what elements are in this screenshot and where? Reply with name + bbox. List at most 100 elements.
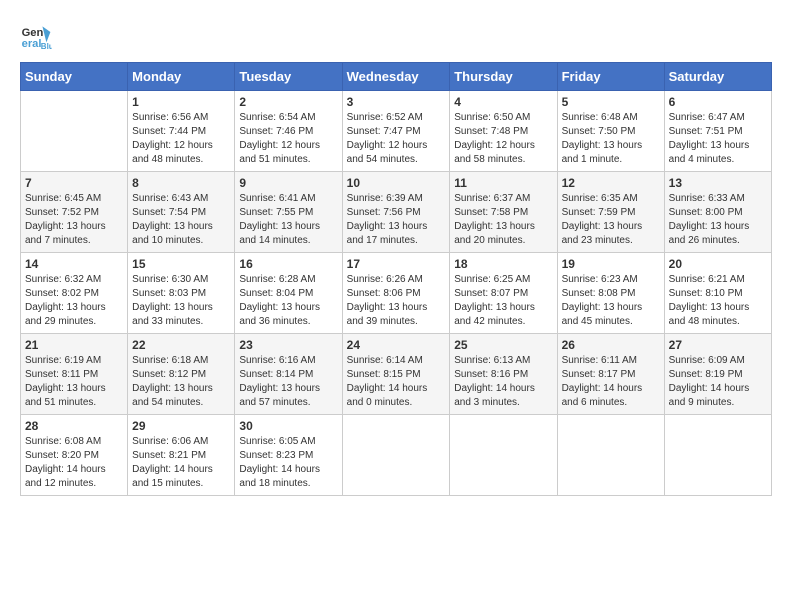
day-number: 22 [132, 338, 230, 352]
day-info: Sunrise: 6:50 AM Sunset: 7:48 PM Dayligh… [454, 111, 552, 167]
day-header-monday: Monday [128, 63, 235, 91]
day-number: 16 [239, 257, 337, 271]
calendar-cell [342, 415, 450, 496]
calendar-cell: 21 Sunrise: 6:19 AM Sunset: 8:11 PM Dayli… [21, 334, 128, 415]
day-info: Sunrise: 6:45 AM Sunset: 7:52 PM Dayligh… [25, 192, 123, 248]
calendar-cell: 28 Sunrise: 6:08 AM Sunset: 8:20 PM Dayli… [21, 415, 128, 496]
day-header-saturday: Saturday [664, 63, 771, 91]
day-number: 13 [669, 176, 767, 190]
day-info: Sunrise: 6:05 AM Sunset: 8:23 PM Dayligh… [239, 435, 337, 491]
day-info: Sunrise: 6:09 AM Sunset: 8:19 PM Dayligh… [669, 354, 767, 410]
calendar-table: SundayMondayTuesdayWednesdayThursdayFrid… [20, 62, 772, 496]
day-number: 30 [239, 419, 337, 433]
day-number: 27 [669, 338, 767, 352]
calendar-cell [557, 415, 664, 496]
day-number: 14 [25, 257, 123, 271]
day-header-wednesday: Wednesday [342, 63, 450, 91]
day-info: Sunrise: 6:43 AM Sunset: 7:54 PM Dayligh… [132, 192, 230, 248]
calendar-cell: 26Sunrise: 6:11 AM Sunset: 8:17 PM Dayli… [557, 334, 664, 415]
calendar-cell: 18 Sunrise: 6:25 AM Sunset: 8:07 PM Dayli… [450, 253, 557, 334]
day-number: 7 [25, 176, 123, 190]
day-info: Sunrise: 6:14 AM Sunset: 8:15 PM Dayligh… [347, 354, 446, 410]
week-row-3: 14 Sunrise: 6:32 AM Sunset: 8:02 PM Dayli… [21, 253, 772, 334]
day-info: Sunrise: 6:33 AM Sunset: 8:00 PM Dayligh… [669, 192, 767, 248]
calendar-cell: 10Sunrise: 6:39 AM Sunset: 7:56 PM Dayli… [342, 172, 450, 253]
day-number: 11 [454, 176, 552, 190]
calendar-cell: 16Sunrise: 6:28 AM Sunset: 8:04 PM Dayli… [235, 253, 342, 334]
calendar-cell: 24 Sunrise: 6:14 AM Sunset: 8:15 PM Dayli… [342, 334, 450, 415]
svg-text:Blue: Blue [41, 42, 52, 51]
day-number: 8 [132, 176, 230, 190]
day-info: Sunrise: 6:41 AM Sunset: 7:55 PM Dayligh… [239, 192, 337, 248]
calendar-cell: 4 Sunrise: 6:50 AM Sunset: 7:48 PM Daylig… [450, 91, 557, 172]
calendar-cell: 1 Sunrise: 6:56 AM Sunset: 7:44 PM Daylig… [128, 91, 235, 172]
day-number: 25 [454, 338, 552, 352]
calendar-cell [21, 91, 128, 172]
calendar-cell: 23Sunrise: 6:16 AM Sunset: 8:14 PM Dayli… [235, 334, 342, 415]
calendar-cell: 15 Sunrise: 6:30 AM Sunset: 8:03 PM Dayli… [128, 253, 235, 334]
day-number: 15 [132, 257, 230, 271]
day-info: Sunrise: 6:25 AM Sunset: 8:07 PM Dayligh… [454, 273, 552, 329]
calendar-header-row: SundayMondayTuesdayWednesdayThursdayFrid… [21, 63, 772, 91]
day-info: Sunrise: 6:21 AM Sunset: 8:10 PM Dayligh… [669, 273, 767, 329]
day-number: 21 [25, 338, 123, 352]
calendar-cell: 3 Sunrise: 6:52 AM Sunset: 7:47 PM Daylig… [342, 91, 450, 172]
day-info: Sunrise: 6:47 AM Sunset: 7:51 PM Dayligh… [669, 111, 767, 167]
day-info: Sunrise: 6:32 AM Sunset: 8:02 PM Dayligh… [25, 273, 123, 329]
calendar-cell [450, 415, 557, 496]
day-info: Sunrise: 6:30 AM Sunset: 8:03 PM Dayligh… [132, 273, 230, 329]
day-info: Sunrise: 6:23 AM Sunset: 8:08 PM Dayligh… [562, 273, 660, 329]
calendar-cell: 5 Sunrise: 6:48 AM Sunset: 7:50 PM Daylig… [557, 91, 664, 172]
day-info: Sunrise: 6:26 AM Sunset: 8:06 PM Dayligh… [347, 273, 446, 329]
calendar-cell: 19 Sunrise: 6:23 AM Sunset: 8:08 PM Dayli… [557, 253, 664, 334]
day-number: 1 [132, 95, 230, 109]
day-number: 19 [562, 257, 660, 271]
calendar-cell: 14 Sunrise: 6:32 AM Sunset: 8:02 PM Dayli… [21, 253, 128, 334]
day-info: Sunrise: 6:52 AM Sunset: 7:47 PM Dayligh… [347, 111, 446, 167]
day-number: 3 [347, 95, 446, 109]
calendar-cell: 11Sunrise: 6:37 AM Sunset: 7:58 PM Dayli… [450, 172, 557, 253]
calendar-cell: 2 Sunrise: 6:54 AM Sunset: 7:46 PM Daylig… [235, 91, 342, 172]
calendar-cell: 8 Sunrise: 6:43 AM Sunset: 7:54 PM Daylig… [128, 172, 235, 253]
calendar-cell: 6Sunrise: 6:47 AM Sunset: 7:51 PM Daylig… [664, 91, 771, 172]
day-number: 2 [239, 95, 337, 109]
day-number: 12 [562, 176, 660, 190]
day-info: Sunrise: 6:18 AM Sunset: 8:12 PM Dayligh… [132, 354, 230, 410]
calendar-cell: 9 Sunrise: 6:41 AM Sunset: 7:55 PM Daylig… [235, 172, 342, 253]
day-number: 17 [347, 257, 446, 271]
calendar-cell: 17 Sunrise: 6:26 AM Sunset: 8:06 PM Dayli… [342, 253, 450, 334]
calendar-cell: 30 Sunrise: 6:05 AM Sunset: 8:23 PM Dayli… [235, 415, 342, 496]
day-info: Sunrise: 6:35 AM Sunset: 7:59 PM Dayligh… [562, 192, 660, 248]
day-number: 26 [562, 338, 660, 352]
day-number: 23 [239, 338, 337, 352]
calendar-cell: 29Sunrise: 6:06 AM Sunset: 8:21 PM Dayli… [128, 415, 235, 496]
day-info: Sunrise: 6:13 AM Sunset: 8:16 PM Dayligh… [454, 354, 552, 410]
day-info: Sunrise: 6:19 AM Sunset: 8:11 PM Dayligh… [25, 354, 123, 410]
logo: Gen eral Blue [20, 20, 56, 52]
svg-text:eral: eral [22, 38, 42, 50]
day-number: 9 [239, 176, 337, 190]
logo-icon: Gen eral Blue [20, 20, 52, 52]
day-number: 18 [454, 257, 552, 271]
calendar-cell: 12 Sunrise: 6:35 AM Sunset: 7:59 PM Dayli… [557, 172, 664, 253]
svg-text:Gen: Gen [22, 27, 44, 39]
day-number: 5 [562, 95, 660, 109]
calendar-cell: 27 Sunrise: 6:09 AM Sunset: 8:19 PM Dayli… [664, 334, 771, 415]
calendar-cell: 22 Sunrise: 6:18 AM Sunset: 8:12 PM Dayli… [128, 334, 235, 415]
day-info: Sunrise: 6:48 AM Sunset: 7:50 PM Dayligh… [562, 111, 660, 167]
week-row-4: 21 Sunrise: 6:19 AM Sunset: 8:11 PM Dayli… [21, 334, 772, 415]
day-info: Sunrise: 6:08 AM Sunset: 8:20 PM Dayligh… [25, 435, 123, 491]
day-header-friday: Friday [557, 63, 664, 91]
day-number: 24 [347, 338, 446, 352]
day-info: Sunrise: 6:54 AM Sunset: 7:46 PM Dayligh… [239, 111, 337, 167]
calendar-cell: 13 Sunrise: 6:33 AM Sunset: 8:00 PM Dayli… [664, 172, 771, 253]
week-row-2: 7 Sunrise: 6:45 AM Sunset: 7:52 PM Daylig… [21, 172, 772, 253]
day-info: Sunrise: 6:56 AM Sunset: 7:44 PM Dayligh… [132, 111, 230, 167]
week-row-1: 1 Sunrise: 6:56 AM Sunset: 7:44 PM Daylig… [21, 91, 772, 172]
day-number: 20 [669, 257, 767, 271]
day-number: 4 [454, 95, 552, 109]
calendar-cell: 25 Sunrise: 6:13 AM Sunset: 8:16 PM Dayli… [450, 334, 557, 415]
calendar-cell: 7 Sunrise: 6:45 AM Sunset: 7:52 PM Daylig… [21, 172, 128, 253]
day-info: Sunrise: 6:39 AM Sunset: 7:56 PM Dayligh… [347, 192, 446, 248]
day-number: 28 [25, 419, 123, 433]
